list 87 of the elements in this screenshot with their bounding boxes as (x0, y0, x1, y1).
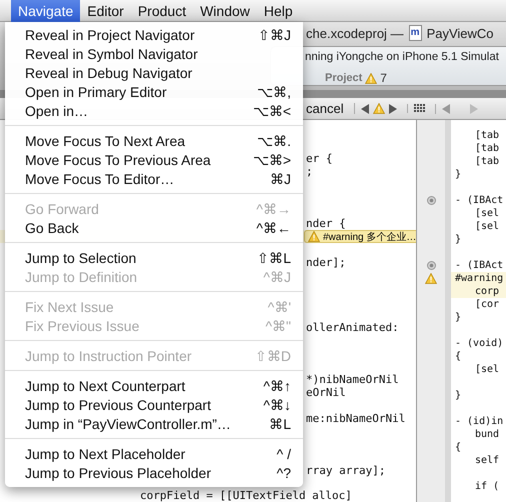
issues-label: Project (325, 72, 362, 84)
file-name: PayViewCo (426, 26, 494, 40)
menu-item[interactable]: Open in… ⌥⌘< (5, 101, 303, 120)
menu-item[interactable]: Open in Primary Editor ⌥⌘, (5, 82, 303, 101)
jump-bar-item[interactable]: cancel (306, 101, 344, 116)
code-line: } (454, 311, 462, 324)
menu-item[interactable]: Move Focus To Previous Area ⌥⌘> (5, 150, 303, 169)
menu-item[interactable]: Reveal in Project Navigator ⇧⌘J (5, 25, 303, 44)
code-line: - (IBAct (454, 194, 504, 207)
code-line: nder]; (306, 256, 346, 269)
warning-count: 7 (380, 71, 387, 85)
menu-item[interactable]: Go Back ^⌘← (5, 218, 303, 237)
gutter-warning-icon (425, 273, 437, 284)
menu-bar-item[interactable]: Editor (80, 0, 131, 22)
menu-bar-item[interactable]: Help (256, 0, 300, 22)
breakpoint-dot-icon[interactable] (426, 196, 436, 205)
menu-item[interactable]: Jump to Selection ⇧⌘L (5, 248, 303, 267)
back-arrow[interactable] (442, 104, 450, 114)
issue-warning-icon (372, 103, 385, 114)
shortcut: ^⌘' (268, 298, 291, 314)
code-line: { (454, 441, 462, 454)
menu-item[interactable]: Jump to Next Counterpart ^⌘↑ (5, 376, 303, 395)
file-icon: m (408, 25, 422, 41)
shortcut: ^⌘↓ (263, 396, 291, 412)
shortcut: ⇧⌘J (258, 26, 291, 42)
code-line: [sel (474, 207, 500, 220)
warning-icon (365, 72, 378, 84)
code-line: bund (474, 428, 500, 441)
menu-item[interactable]: Jump in “PayViewController.m”… ⌘L (5, 414, 303, 433)
code-line: eOrNil (306, 386, 346, 399)
shortcut: ⇧⌘L (257, 250, 291, 266)
code-line: rray array]; (306, 464, 386, 477)
grid-icon[interactable] (414, 104, 425, 113)
code-line: ; (306, 165, 313, 178)
code-line: [cor (474, 298, 500, 311)
code-line: } (454, 389, 462, 402)
shortcut: ⌘J (270, 170, 291, 186)
shortcut: ⇧⌘D (254, 348, 291, 364)
forward-arrow[interactable] (470, 104, 478, 114)
status-text: nning iYongche on iPhone 5.1 Simulat (305, 51, 499, 63)
shortcut: ^⌘" (265, 318, 291, 334)
code-line: [sel (474, 363, 500, 376)
warning-text: #warning 多个企业… (323, 230, 416, 244)
code-line: } (454, 168, 462, 181)
code-line: - (id)in (454, 415, 504, 428)
code-line: nder { (306, 217, 346, 230)
menu-item[interactable]: Move Focus To Editor… ⌘J (5, 169, 303, 188)
warning-icon (308, 231, 320, 242)
shortcut: ⌥⌘. (257, 132, 291, 148)
code-line: if ( (474, 480, 500, 493)
code-line: } (454, 233, 462, 246)
menu-item[interactable]: Move Focus To Next Area ⌥⌘. (5, 131, 303, 150)
shortcut: ⌘L (269, 416, 291, 432)
menu-item[interactable]: Jump to Previous Placeholder ^? (5, 463, 303, 482)
code-line: [tab (474, 155, 500, 168)
menu-bar-item[interactable]: Navigate (11, 0, 80, 22)
code-line: er { (306, 152, 332, 165)
shortcut: ^? (276, 464, 291, 480)
menu-item[interactable]: Jump to Previous Counterpart ^⌘↓ (5, 395, 303, 414)
shortcut: ^⌘← (256, 220, 291, 236)
code-line: [tab (474, 129, 500, 142)
shortcut: ⌥⌘, (257, 84, 291, 100)
code-line: [sel (474, 220, 500, 233)
code-line: self (474, 454, 500, 467)
menu-bar-item[interactable]: Window (193, 0, 257, 22)
code-line: *)nibNameOrNil (306, 373, 399, 386)
breakpoint-dot-icon[interactable] (426, 261, 436, 270)
previous-issue-arrow[interactable] (360, 104, 369, 114)
menu-item[interactable]: Reveal in Symbol Navigator (5, 44, 303, 63)
next-issue-arrow[interactable] (388, 104, 397, 114)
menu-item[interactable]: Reveal in Debug Navigator (5, 63, 303, 82)
shortcut: ⌥⌘< (252, 102, 291, 118)
code-line: ollerAnimated: (306, 321, 399, 334)
shortcut: ^⌘→ (256, 200, 291, 216)
shortcut: ^⌘↑ (263, 378, 291, 394)
window-title: che.xcodeproj — (306, 26, 404, 40)
code-line: corpField = [[UITextField alloc] (140, 490, 352, 502)
code-line: [tab (474, 142, 500, 155)
code-line: { (454, 350, 462, 363)
shortcut: ^ / (276, 446, 291, 462)
menu-bar-item[interactable]: Product (130, 0, 194, 22)
shortcut: ⌥⌘> (252, 152, 291, 168)
code-line: me:nibNameOrNil (306, 412, 406, 425)
code-line: - (void) (454, 337, 504, 350)
shortcut: ^⌘J (263, 268, 291, 284)
code-line: - (IBAct (454, 259, 504, 272)
menu-item[interactable]: Jump to Next Placeholder ^ / (5, 444, 303, 463)
